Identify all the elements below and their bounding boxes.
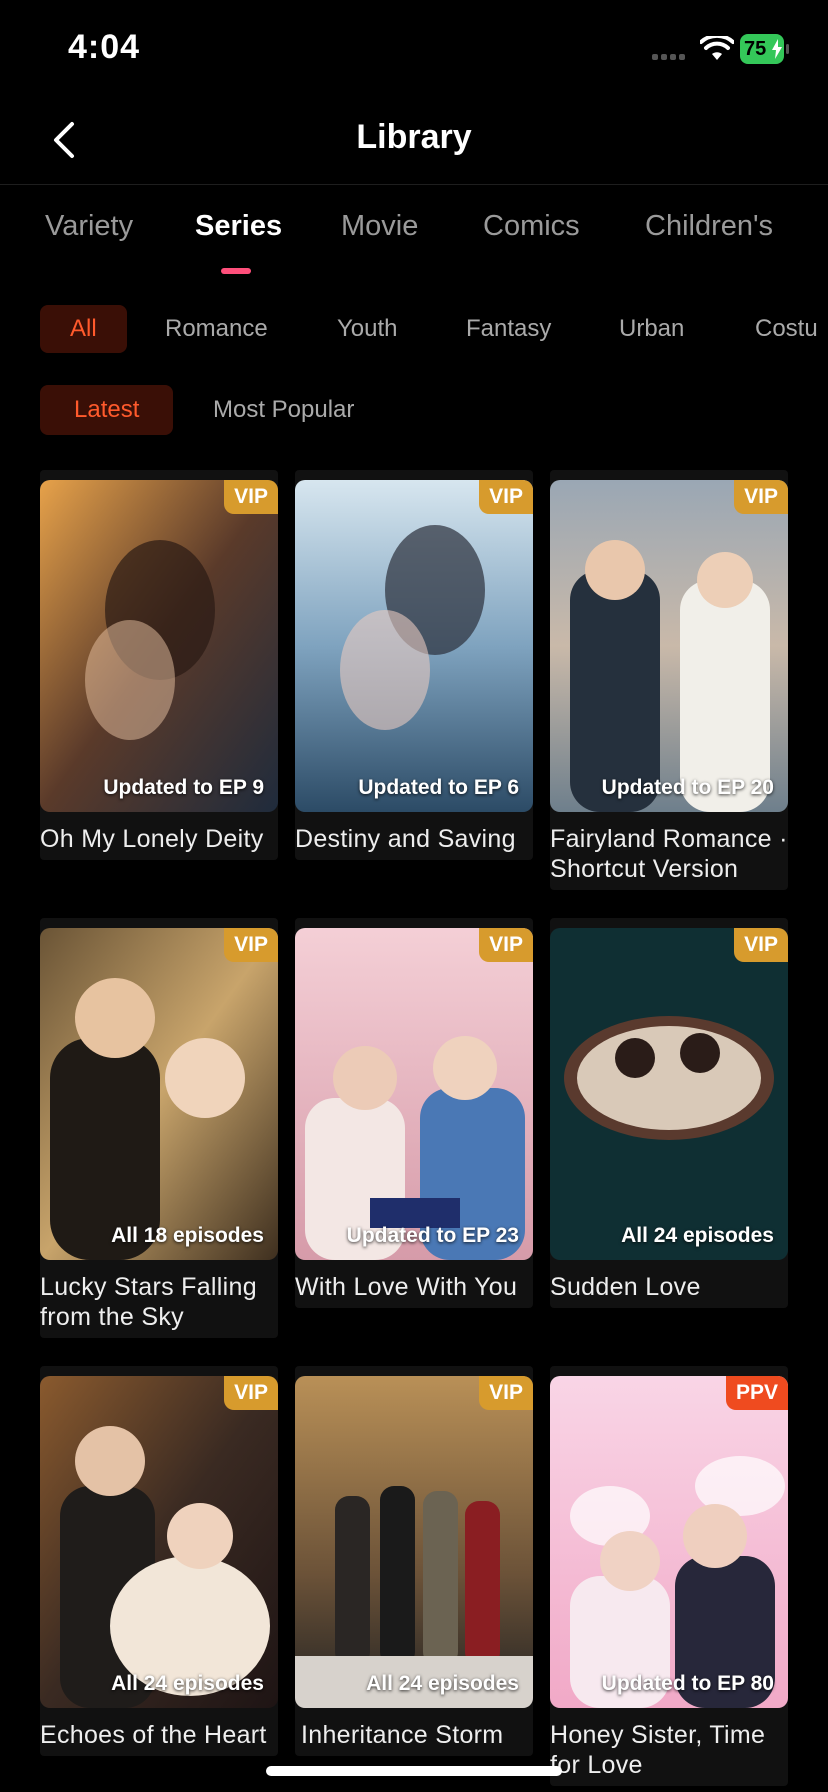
series-poster[interactable]: VIP All 24 episodes [550, 928, 788, 1260]
series-card[interactable]: VIP Updated to EP 20 Fairyland Romance ·… [550, 470, 788, 890]
sort-chip-most-popular[interactable]: Most Popular [213, 385, 354, 435]
episode-status: All 24 episodes [111, 1672, 264, 1695]
series-title[interactable]: Honey Sister, Time for Love [550, 1708, 788, 1786]
series-poster[interactable]: VIP Updated to EP 20 [550, 480, 788, 812]
tab-childrens[interactable]: Children's [645, 210, 773, 243]
series-card[interactable]: VIP Updated to EP 9 Oh My Lonely Deity [40, 470, 278, 860]
poster-image [40, 928, 278, 1260]
genre-chip-fantasy[interactable]: Fantasy [466, 305, 551, 353]
series-card[interactable]: VIP All 24 episodes Echoes of the Heart [40, 1366, 278, 1756]
ppv-badge: PPV [725, 1376, 788, 1410]
series-card[interactable]: PPV Updated to EP 80 Honey Sister, Time … [550, 1366, 788, 1786]
status-time: 4:04 [68, 28, 141, 66]
genre-chip-youth[interactable]: Youth [337, 305, 398, 353]
series-card[interactable]: VIP Updated to EP 23 With Love With You [295, 918, 533, 1308]
battery-level: 75 [744, 37, 767, 60]
series-title[interactable]: Fairyland Romance · Shortcut Version [550, 812, 788, 890]
series-card[interactable]: VIP All 24 episodes Inheritance Storm [295, 1366, 533, 1756]
episode-status: Updated to EP 6 [358, 776, 519, 799]
series-poster[interactable]: PPV Updated to EP 80 [550, 1376, 788, 1708]
series-title[interactable]: Oh My Lonely Deity [40, 812, 278, 860]
episode-status: Updated to EP 9 [103, 776, 264, 799]
series-poster[interactable]: VIP Updated to EP 23 [295, 928, 533, 1260]
series-poster[interactable]: VIP All 24 episodes [295, 1376, 533, 1708]
series-title[interactable]: Inheritance Storm [295, 1708, 533, 1756]
vip-badge: VIP [734, 480, 788, 514]
genre-chip-romance[interactable]: Romance [165, 305, 268, 353]
episode-status: Updated to EP 80 [601, 1672, 774, 1695]
episode-status: All 24 episodes [621, 1224, 774, 1247]
series-poster[interactable]: VIP Updated to EP 9 [40, 480, 278, 812]
vip-badge: VIP [224, 1376, 278, 1410]
poster-image [40, 480, 278, 812]
series-poster[interactable]: VIP Updated to EP 6 [295, 480, 533, 812]
poster-image [550, 1376, 788, 1708]
category-tabs: Variety Series Movie Comics Children's [0, 210, 828, 270]
poster-image [295, 928, 533, 1260]
genre-filter-row: All Romance Youth Fantasy Urban Costu [0, 305, 828, 357]
poster-image [550, 480, 788, 812]
genre-chip-urban[interactable]: Urban [619, 305, 684, 353]
vip-badge: VIP [734, 928, 788, 962]
vip-badge: VIP [479, 480, 533, 514]
tab-comics[interactable]: Comics [483, 210, 580, 243]
series-title[interactable]: Echoes of the Heart [40, 1708, 278, 1756]
poster-image [295, 1376, 533, 1708]
episode-status: All 24 episodes [366, 1672, 519, 1695]
vip-badge: VIP [479, 1376, 533, 1410]
episode-status: All 18 episodes [111, 1224, 264, 1247]
tab-movie[interactable]: Movie [341, 210, 418, 243]
series-poster[interactable]: VIP All 24 episodes [40, 1376, 278, 1708]
episode-status: Updated to EP 20 [601, 776, 774, 799]
nav-header: Library [0, 100, 828, 185]
series-poster[interactable]: VIP All 18 episodes [40, 928, 278, 1260]
battery-icon: 75 [740, 34, 789, 64]
genre-chip-all[interactable]: All [40, 305, 127, 353]
vip-badge: VIP [479, 928, 533, 962]
poster-image [295, 480, 533, 812]
tab-series[interactable]: Series [195, 210, 282, 243]
tab-variety[interactable]: Variety [45, 210, 133, 243]
series-card[interactable]: VIP All 18 episodes Lucky Stars Falling … [40, 918, 278, 1338]
series-title[interactable]: Sudden Love [550, 1260, 788, 1308]
episode-status: Updated to EP 23 [346, 1224, 519, 1247]
active-tab-indicator [221, 268, 251, 274]
series-title[interactable]: Lucky Stars Falling from the Sky [40, 1260, 278, 1338]
sort-chip-latest[interactable]: Latest [40, 385, 174, 435]
series-card[interactable]: VIP Updated to EP 6 Destiny and Saving [295, 470, 533, 860]
cellular-signal-icon [652, 54, 685, 60]
series-title[interactable]: Destiny and Saving [295, 812, 533, 860]
sort-filter-row: Latest Most Popular [0, 385, 828, 437]
home-indicator[interactable] [266, 1766, 562, 1776]
poster-image [40, 1376, 278, 1708]
vip-badge: VIP [224, 480, 278, 514]
vip-badge: VIP [224, 928, 278, 962]
poster-image [550, 928, 788, 1260]
page-title: Library [356, 118, 472, 156]
status-bar: 4:04 75 [0, 0, 828, 100]
wifi-icon [700, 36, 734, 60]
genre-chip-costume[interactable]: Costu [755, 305, 818, 353]
series-title[interactable]: With Love With You [295, 1260, 533, 1308]
series-card[interactable]: VIP All 24 episodes Sudden Love [550, 918, 788, 1308]
